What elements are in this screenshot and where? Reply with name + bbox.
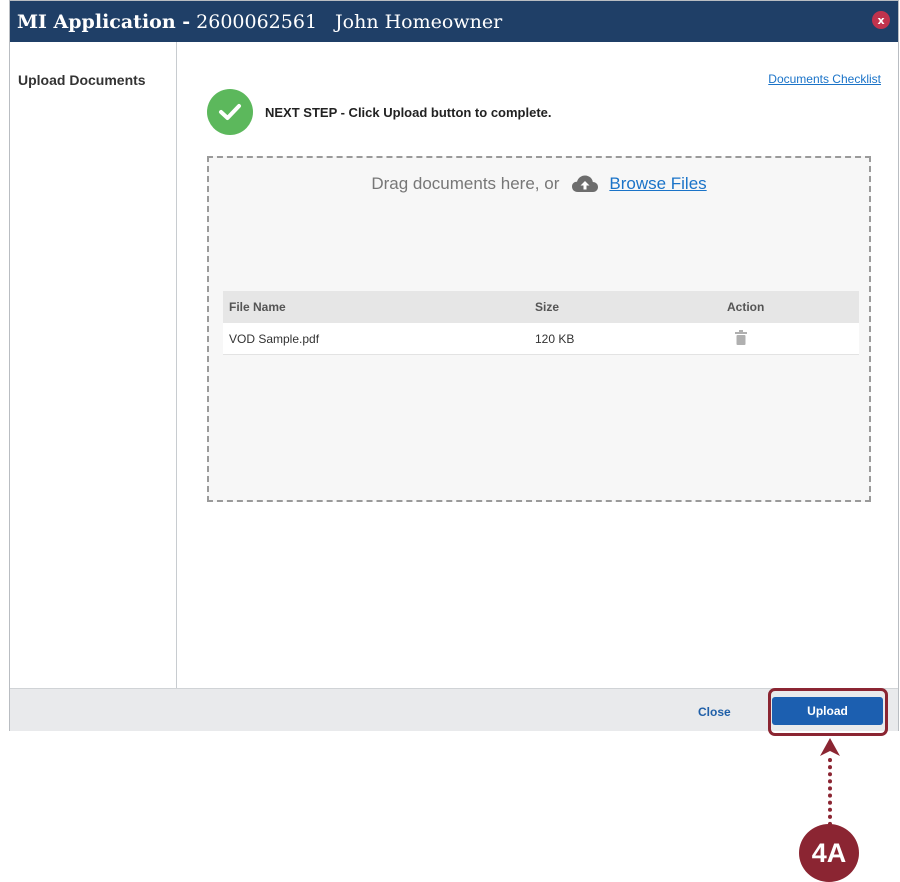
table-header-row: File Name Size Action (223, 291, 859, 323)
title-loan-number: 2600062561 (196, 10, 318, 33)
step-callout-badge: 4A (799, 824, 859, 882)
file-size-cell: 120 KB (529, 323, 721, 355)
close-button[interactable]: Close (698, 705, 731, 719)
file-action-cell (721, 323, 859, 355)
file-dropzone[interactable]: Drag documents here, or Browse Files Fil… (207, 156, 871, 502)
main-panel: Documents Checklist NEXT STEP - Click Up… (177, 42, 898, 688)
sidebar-item-upload-documents[interactable]: Upload Documents (18, 72, 146, 88)
next-step-instruction: NEXT STEP - Click Upload button to compl… (265, 105, 552, 120)
title-borrower-name: John Homeowner (335, 10, 503, 33)
uploaded-files-table: File Name Size Action VOD Sample.pdf 120… (223, 291, 859, 355)
table-row: VOD Sample.pdf 120 KB (223, 323, 859, 355)
drag-documents-text: Drag documents here, or (371, 174, 560, 193)
upload-button-highlight (768, 688, 888, 736)
file-name-cell: VOD Sample.pdf (223, 323, 529, 355)
column-header-size: Size (529, 291, 721, 323)
column-header-action: Action (721, 291, 859, 323)
cloud-upload-icon (571, 174, 599, 194)
dialog-title: MI Application -2600062561 John Homeowner (17, 11, 502, 33)
dropzone-prompt: Drag documents here, or Browse Files (209, 174, 869, 194)
dialog-titlebar: MI Application -2600062561 John Homeowner… (10, 1, 898, 42)
callout-pointer-arrow (820, 738, 840, 826)
trash-icon[interactable] (735, 329, 747, 348)
dialog-footer: Close Upload (10, 688, 898, 731)
title-app-name: MI Application - (17, 10, 191, 33)
column-header-file-name: File Name (223, 291, 529, 323)
mi-application-dialog: MI Application -2600062561 John Homeowner… (9, 0, 899, 731)
checkmark-icon (207, 89, 253, 135)
sidebar: Upload Documents (10, 42, 177, 688)
documents-checklist-link[interactable]: Documents Checklist (768, 72, 881, 86)
browse-files-link[interactable]: Browse Files (609, 174, 706, 194)
close-dialog-icon[interactable]: x (872, 11, 890, 29)
